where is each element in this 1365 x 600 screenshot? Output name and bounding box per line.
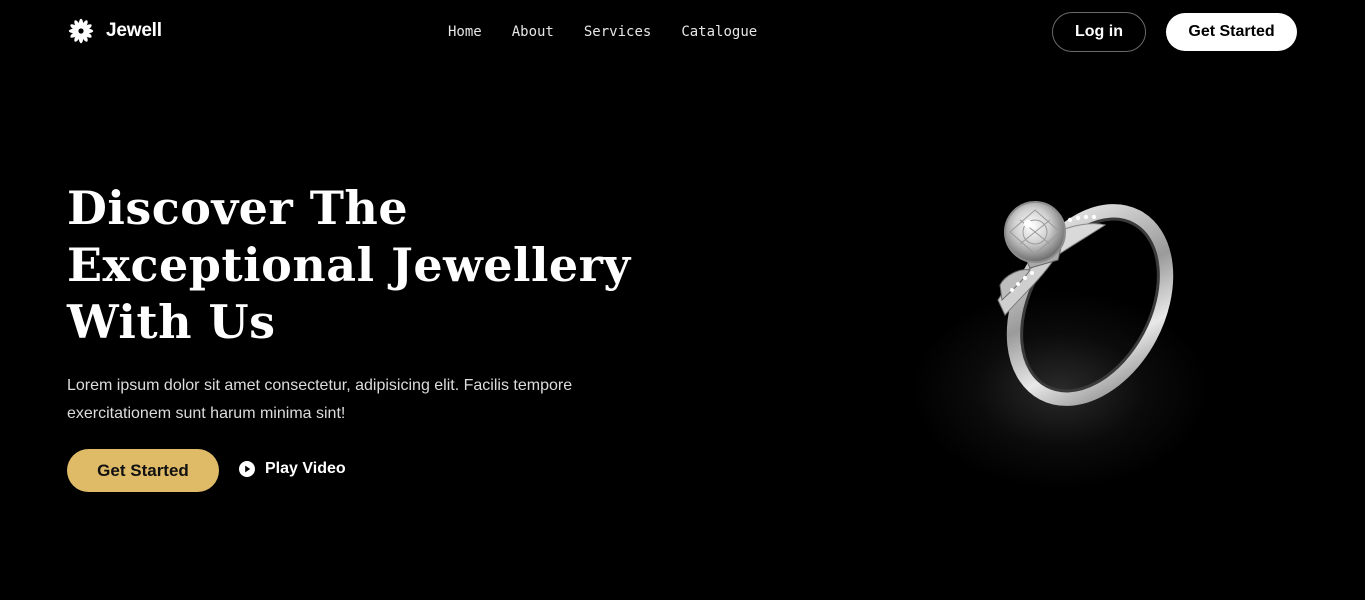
nav-link-catalogue[interactable]: Catalogue bbox=[681, 24, 757, 40]
brand-name: Jewell bbox=[106, 20, 162, 41]
page: Jewell Home About Services Catalogue Log… bbox=[0, 0, 1365, 600]
login-button[interactable]: Log in bbox=[1052, 12, 1146, 52]
header-get-started-button[interactable]: Get Started bbox=[1166, 13, 1297, 51]
play-video-label: Play Video bbox=[265, 460, 346, 477]
hero-get-started-button[interactable]: Get Started bbox=[67, 449, 219, 492]
diamond-ring-image bbox=[880, 190, 1220, 500]
nav-link-services[interactable]: Services bbox=[584, 24, 651, 40]
hero-title-line-1: Discover The bbox=[67, 181, 409, 235]
nav-link-about[interactable]: About bbox=[512, 24, 554, 40]
ring-illustration bbox=[997, 201, 1174, 406]
flower-logo-icon bbox=[68, 18, 94, 44]
play-circle-icon bbox=[239, 461, 255, 477]
hero-description: Lorem ipsum dolor sit amet consectetur, … bbox=[67, 377, 573, 422]
play-video-button[interactable]: Play Video bbox=[239, 460, 346, 478]
nav-link-home[interactable]: Home bbox=[448, 24, 482, 40]
hero-title-line-2: Exceptional Jewellery bbox=[67, 238, 631, 292]
hero-title-line-3: With Us bbox=[67, 295, 276, 349]
main-nav: Home About Services Catalogue bbox=[448, 24, 757, 40]
brand-logo-link[interactable]: Jewell bbox=[68, 18, 162, 44]
site-header: Jewell Home About Services Catalogue Log… bbox=[0, 0, 1365, 64]
hero-title: Discover The Exceptional Jewellery With … bbox=[67, 180, 687, 351]
